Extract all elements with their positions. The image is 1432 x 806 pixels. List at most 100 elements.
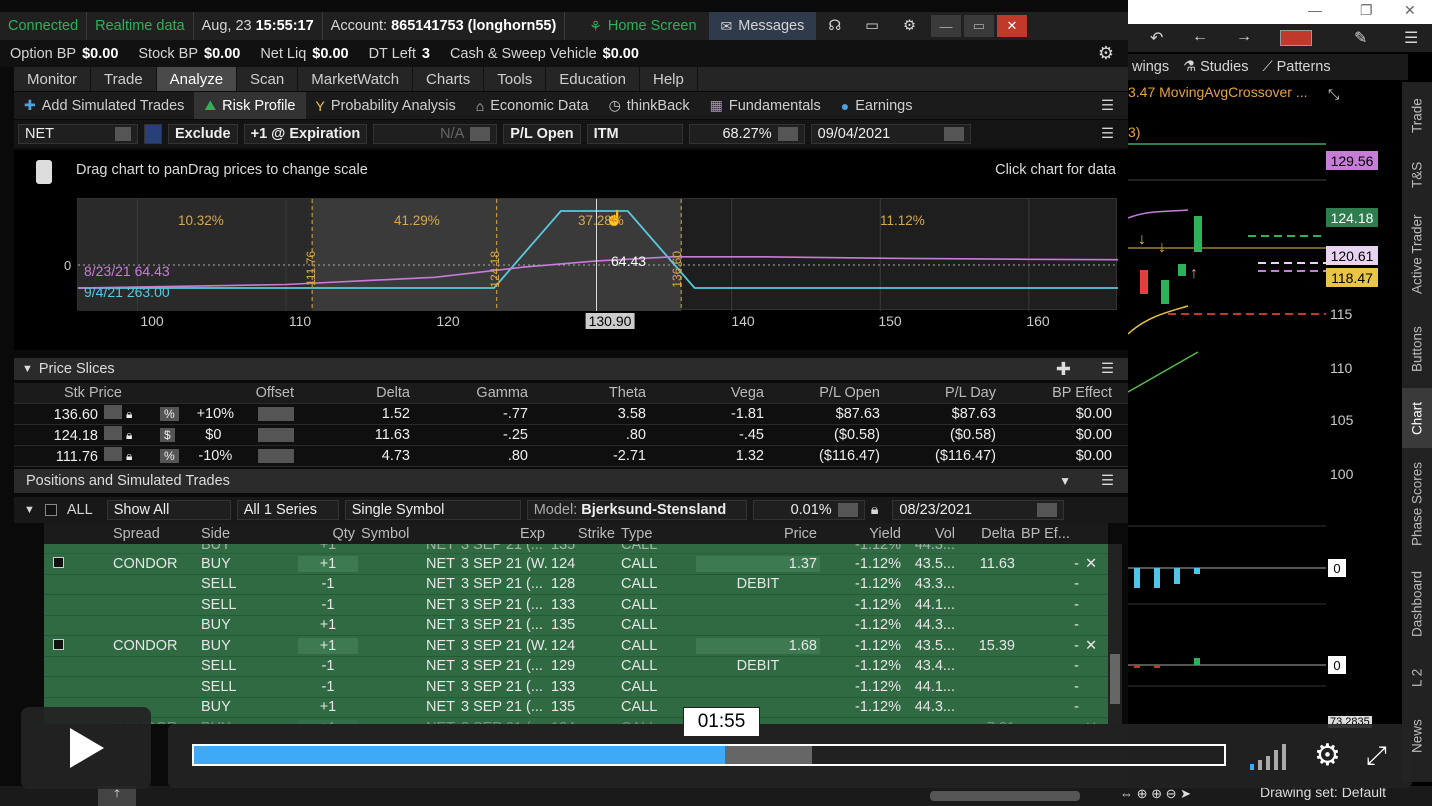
minimize-button[interactable]: — — [930, 15, 961, 37]
volume-control[interactable] — [1250, 742, 1294, 773]
table-row[interactable]: SELL -1 NET 3 SEP 21 (... 133 CALL -1.12% 44.1.… — [44, 595, 1108, 616]
remove-row-icon[interactable]: ✕ — [1082, 638, 1102, 654]
spinner-icon[interactable] — [257, 407, 294, 421]
cell-exp[interactable]: 3 SEP 21 (... — [458, 699, 548, 715]
subtab-earnings[interactable]: ● Earnings — [831, 92, 923, 119]
restore-icon[interactable]: ❐ — [1360, 2, 1373, 19]
table-row[interactable]: BUY +1 NET 3 SEP 21 (... 135 CALL -1.12% 44.3..… — [44, 616, 1108, 636]
settings-button[interactable]: ⚙ — [891, 12, 928, 40]
drawings-button[interactable]: wings — [1132, 59, 1169, 75]
tab-analyze[interactable]: Analyze — [156, 67, 238, 91]
row-checkbox[interactable] — [53, 556, 64, 568]
tab-education[interactable]: Education — [546, 67, 640, 91]
analysis-date-input[interactable]: 09/04/2021 — [810, 124, 971, 144]
cell-price[interactable]: DEBIT — [696, 658, 820, 674]
exclude-dropdown[interactable]: Exclude — [168, 124, 238, 144]
collapse-icon[interactable]: ▼ — [1059, 474, 1071, 488]
remove-row-icon[interactable]: ✕ — [1082, 556, 1102, 572]
chat-button[interactable]: ▭ — [853, 12, 891, 40]
cell-exp[interactable]: 3 SEP 21 (... — [458, 658, 548, 674]
progress-track[interactable] — [192, 744, 1226, 766]
cell-strike[interactable]: 133 — [548, 597, 618, 613]
studies-button[interactable]: Studies — [1200, 59, 1248, 75]
cell-exp[interactable]: 3 SEP 21 (W... — [458, 556, 548, 572]
lock-icon[interactable]: 🔒︎ — [871, 502, 879, 518]
lock-icon[interactable]: 🔒︎ — [126, 407, 156, 422]
color-scheme-icon[interactable] — [1280, 30, 1312, 46]
account-selector[interactable]: Account: 865141753 (longhorn55) — [323, 12, 566, 40]
offset-unit-toggle[interactable]: $ — [160, 428, 175, 442]
cell-exp[interactable]: 3 SEP 21 (... — [458, 617, 548, 633]
messages-tab[interactable]: ✉ Messages — [708, 12, 817, 40]
tab-monitor[interactable]: Monitor — [14, 67, 92, 91]
lock-icon[interactable]: 🔒︎ — [126, 449, 156, 464]
subtab-economic-data[interactable]: ⌂ Economic Data — [466, 92, 599, 119]
horizontal-scrollbar[interactable] — [930, 791, 1080, 801]
select-all-checkbox[interactable] — [44, 504, 57, 516]
menu-icon[interactable]: ☰ — [1101, 126, 1128, 142]
spinner-icon[interactable] — [104, 405, 122, 419]
spinner-icon[interactable] — [258, 449, 294, 463]
risk-profile-chart[interactable]: Drag chart to panDrag prices to change s… — [14, 150, 1128, 350]
subtab-probability-analysis[interactable]: Y Probability Analysis — [306, 92, 466, 119]
symbol-lookup-icon[interactable] — [144, 124, 162, 144]
offset-unit-toggle[interactable]: % — [160, 449, 179, 463]
cell-strike[interactable]: 128 — [548, 576, 618, 592]
tab-marketwatch[interactable]: MarketWatch — [298, 67, 414, 91]
cell-strike[interactable]: 124 — [548, 556, 618, 572]
table-row[interactable]: SELL -1 NET 3 SEP 21 (... 133 CALL -1.12% 44.1.… — [44, 677, 1108, 698]
expand-panel-icon[interactable]: ⤒ — [98, 786, 136, 806]
cell-check[interactable] — [44, 556, 74, 572]
itm-dropdown[interactable]: ITM — [586, 124, 683, 144]
arrow-right-icon[interactable]: → — [1236, 28, 1252, 46]
cell-strike[interactable]: 135 — [548, 617, 618, 633]
cell-price[interactable]: 124.18 — [14, 426, 126, 444]
cell-price[interactable]: 1.37 — [696, 555, 820, 572]
sidetab-trade[interactable]: Trade — [1402, 86, 1432, 146]
cell-price[interactable]: 136.60 — [14, 405, 126, 423]
cell-qty[interactable]: +1 — [298, 544, 358, 553]
scrollbar-thumb[interactable] — [1110, 654, 1120, 704]
cell-strike[interactable]: 124 — [548, 638, 618, 654]
rate-input[interactable]: 0.01% — [752, 500, 865, 520]
cell-exp[interactable]: 3 SEP 21 (... — [458, 576, 548, 592]
cell-offset[interactable]: $ $0 — [156, 427, 298, 443]
series-dropdown[interactable]: All 1 Series — [236, 500, 339, 520]
pl-open-dropdown[interactable]: P/L Open — [503, 124, 581, 144]
cell-strike[interactable]: 135 — [548, 544, 618, 553]
price-chart-panel[interactable]: — ❐ ✕ ↶ ← → ✎ ☰ wings ⚗ Studies ⟋ Patter… — [1128, 0, 1432, 806]
pin-icon[interactable]: ✎ — [1354, 28, 1367, 48]
symbol-input[interactable]: NET — [18, 124, 138, 144]
spinner-icon[interactable] — [104, 426, 122, 440]
cell-qty[interactable]: -1 — [298, 597, 358, 613]
play-button[interactable] — [21, 707, 151, 789]
sidetab-active-trader[interactable]: Active Trader — [1402, 204, 1432, 304]
cell-strike[interactable]: 129 — [548, 658, 618, 674]
table-row[interactable]: BUY +1 NET 3 SEP 21 (... 135 CALL -1.12% 44.3..… — [44, 544, 1108, 554]
tab-charts[interactable]: Charts — [413, 67, 485, 91]
collapse-arrows-icon[interactable]: ⤡ — [1328, 86, 1339, 103]
cell-qty[interactable]: +1 — [298, 617, 358, 633]
menu-icon[interactable]: ☰ — [1101, 473, 1114, 489]
sidetab-chart[interactable]: Chart — [1402, 388, 1432, 448]
symbol-mode-dropdown[interactable]: Single Symbol — [344, 500, 521, 520]
subtab-risk-profile[interactable]: ⛰ Risk Profile — [194, 92, 306, 119]
undo-icon[interactable]: ↶ — [1150, 28, 1163, 48]
cell-qty[interactable]: +1 — [298, 699, 358, 715]
minimize-icon[interactable]: — — [1308, 2, 1322, 18]
fullscreen-icon[interactable]: ⤢ — [1366, 740, 1387, 772]
collapse-icon[interactable]: ▼ — [22, 363, 33, 375]
plot-area[interactable]: 10.32% 41.29% 37.28% 11.12% 111.76 124.1… — [77, 198, 1118, 311]
cell-offset[interactable]: % -10% — [156, 448, 298, 464]
tab-trade[interactable]: Trade — [91, 67, 157, 91]
cell-exp[interactable]: 3 SEP 21 (... — [458, 597, 548, 613]
cell-price[interactable]: DEBIT — [696, 576, 820, 592]
cell-qty[interactable]: +1 — [298, 637, 358, 654]
tab-scan[interactable]: Scan — [237, 67, 299, 91]
table-row[interactable]: SELL -1 NET 3 SEP 21 (... 129 CALL DEBIT -1.12%… — [44, 657, 1108, 677]
lock-icon[interactable]: 🔒︎ — [126, 428, 156, 443]
subtab-thinkback[interactable]: ◷ thinkBack — [599, 92, 700, 119]
sidetab-phase-scores[interactable]: Phase Scores — [1402, 454, 1432, 554]
price-slices-header[interactable]: ▼ Price Slices ✚ ☰ — [14, 358, 1128, 380]
na-input[interactable]: N/A — [373, 124, 498, 144]
